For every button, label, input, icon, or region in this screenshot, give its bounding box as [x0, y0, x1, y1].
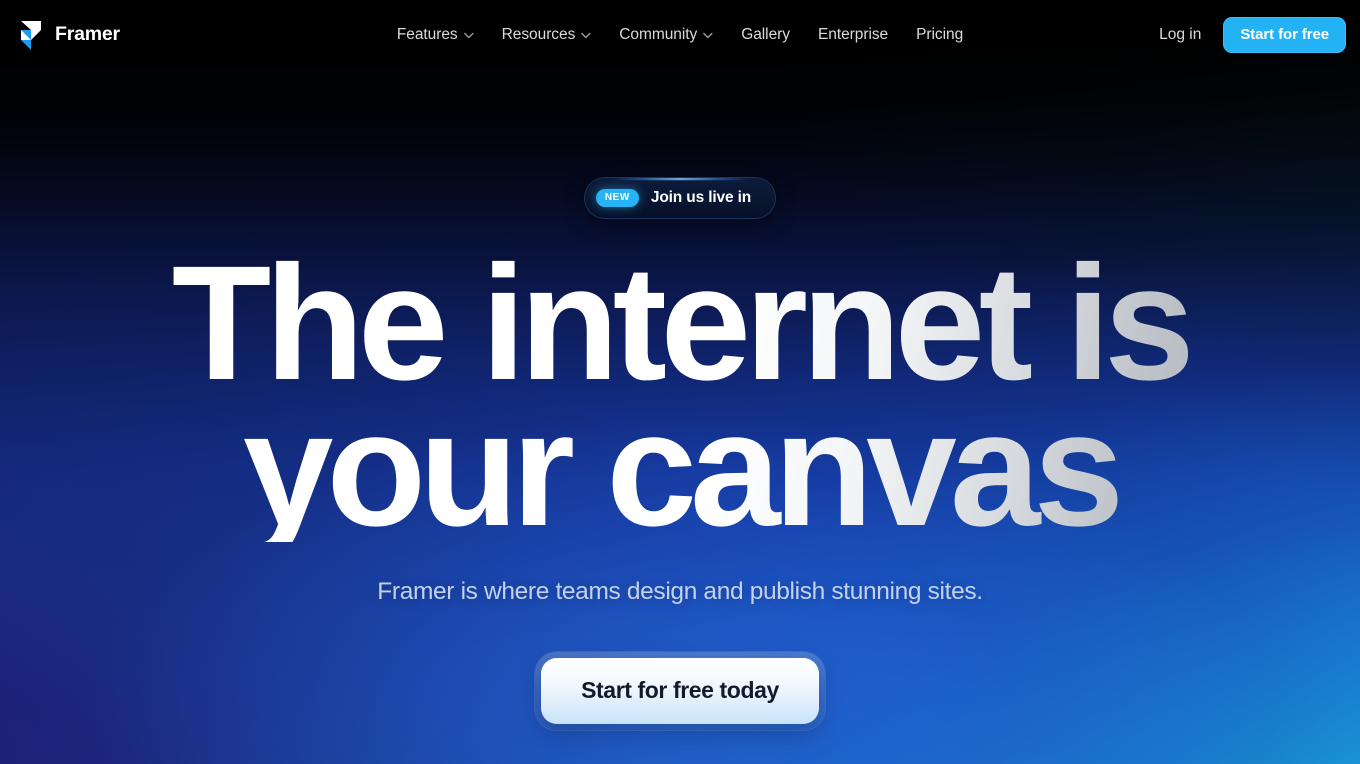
- header-actions: Log in Start for free: [1149, 17, 1346, 53]
- page-title: The internet is your canvas: [172, 250, 1189, 542]
- nav-item-label: Resources: [501, 26, 576, 43]
- nav-item-enterprise[interactable]: Enterprise: [804, 19, 902, 51]
- headline-line-1: The internet is: [171, 231, 1189, 414]
- nav-item-community[interactable]: Community: [605, 19, 727, 51]
- chevron-down-icon: [463, 32, 474, 38]
- headline-line-2: your canvas: [242, 376, 1118, 560]
- nav-item-label: Community: [619, 26, 698, 43]
- chevron-down-icon: [703, 32, 713, 38]
- chevron-down-icon: [581, 32, 592, 38]
- start-for-free-today-button[interactable]: Start for free today: [541, 657, 819, 724]
- announcement-banner[interactable]: NEW Join us live in: [584, 178, 776, 218]
- hero-cta-ring: Start for free today: [535, 651, 825, 730]
- hero-subtitle: Framer is where teams design and publish…: [377, 577, 983, 605]
- nav-item-features[interactable]: Features: [383, 19, 488, 51]
- nav-item-resources[interactable]: Resources: [488, 19, 606, 51]
- primary-navigation: Features Resources Community Gallery Ent…: [383, 19, 977, 51]
- login-link[interactable]: Log in: [1149, 19, 1211, 51]
- brand-logo-link[interactable]: Framer: [18, 20, 120, 50]
- new-badge: NEW: [595, 189, 639, 207]
- announcement-text: Join us live in: [650, 189, 752, 206]
- framer-logo-icon: [21, 21, 41, 50]
- nav-item-label: Features: [396, 26, 458, 43]
- framer-landing-page: Framer Features Resources Community Gall…: [0, 0, 1360, 764]
- brand-name: Framer: [55, 23, 120, 46]
- nav-item-pricing[interactable]: Pricing: [902, 19, 977, 51]
- site-header: Framer Features Resources Community Gall…: [0, 0, 1360, 70]
- nav-item-gallery[interactable]: Gallery: [727, 19, 804, 51]
- nav-item-label: Pricing: [916, 26, 964, 43]
- hero-section: NEW Join us live in The internet is your…: [0, 0, 1360, 764]
- nav-item-label: Gallery: [741, 26, 790, 43]
- nav-item-label: Enterprise: [817, 26, 889, 43]
- start-for-free-button[interactable]: Start for free: [1223, 17, 1346, 53]
